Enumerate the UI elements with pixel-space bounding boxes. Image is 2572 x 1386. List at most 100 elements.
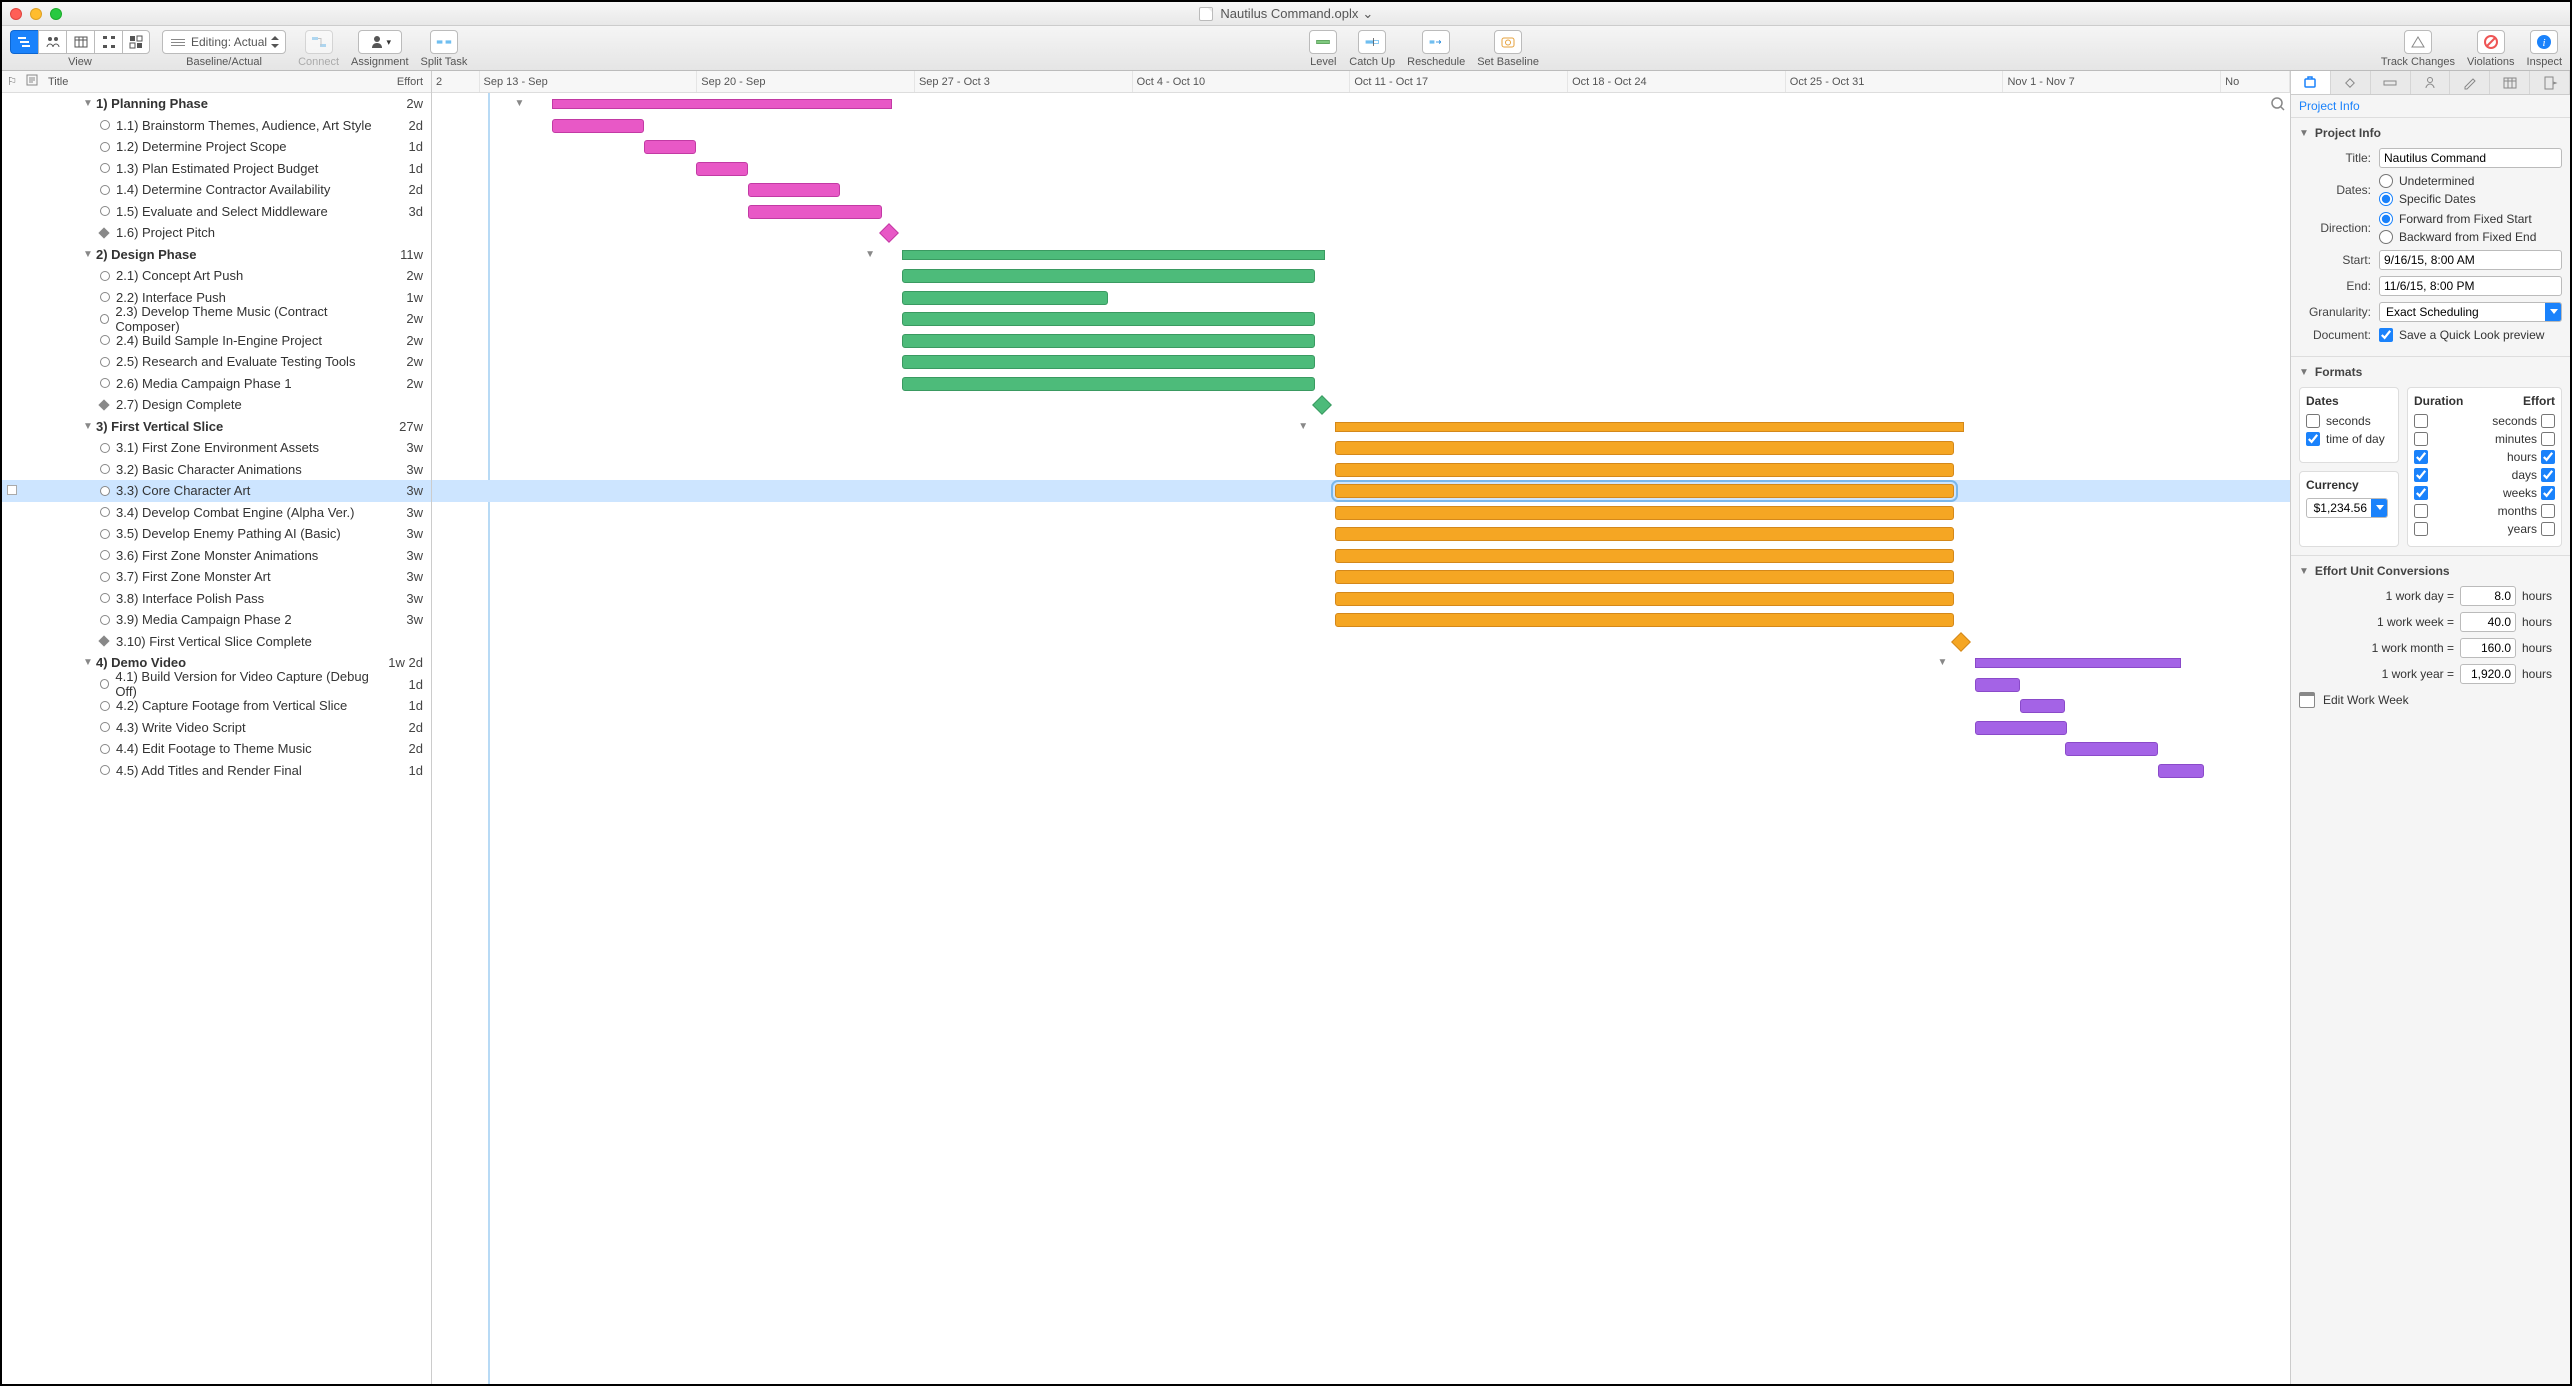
gantt-bar[interactable]: [902, 291, 1108, 305]
gantt-bar[interactable]: [902, 269, 1314, 283]
task-row[interactable]: 2.3) Develop Theme Music (Contract Compo…: [2, 308, 431, 330]
duration-days-checkbox[interactable]: [2414, 468, 2428, 482]
gantt-bar[interactable]: [1975, 678, 2020, 692]
effort-column-header[interactable]: Effort: [381, 76, 431, 88]
task-row[interactable]: 4.3) Write Video Script2d: [2, 717, 431, 739]
group-disclosure[interactable]: ▼: [1938, 657, 1948, 668]
task-row[interactable]: 1.6) Project Pitch: [2, 222, 431, 244]
gantt-row[interactable]: [432, 502, 2290, 524]
violations-button[interactable]: [2477, 30, 2505, 54]
note-column-header[interactable]: [22, 74, 42, 89]
inspector-tab-resource[interactable]: [2411, 71, 2451, 94]
gantt-bar[interactable]: [644, 140, 696, 154]
gantt-row[interactable]: [432, 459, 2290, 481]
group-disclosure[interactable]: ▼: [514, 98, 524, 109]
task-row[interactable]: 3.10) First Vertical Slice Complete: [2, 631, 431, 653]
duration-hours-checkbox[interactable]: [2414, 450, 2428, 464]
gantt-row[interactable]: [432, 179, 2290, 201]
gantt-row[interactable]: [432, 566, 2290, 588]
gantt-bar[interactable]: [2065, 742, 2158, 756]
gantt-row[interactable]: [432, 222, 2290, 244]
effort-months-checkbox[interactable]: [2541, 504, 2555, 518]
flag-column-header[interactable]: ⚐: [2, 75, 22, 88]
task-row[interactable]: 2.1) Concept Art Push2w: [2, 265, 431, 287]
reschedule-button[interactable]: [1422, 30, 1450, 54]
minimize-window-button[interactable]: [30, 8, 42, 20]
task-row[interactable]: ▼1) Planning Phase2w: [2, 93, 431, 115]
effort-weeks-checkbox[interactable]: [2541, 486, 2555, 500]
dates-seconds-checkbox[interactable]: seconds: [2306, 414, 2392, 428]
view-gantt-button[interactable]: [10, 30, 38, 54]
inspector-tab-custom[interactable]: [2530, 71, 2570, 94]
task-row[interactable]: 4.2) Capture Footage from Vertical Slice…: [2, 695, 431, 717]
start-date-input[interactable]: [2379, 250, 2562, 270]
task-row[interactable]: 1.4) Determine Contractor Availability2d: [2, 179, 431, 201]
level-button[interactable]: [1309, 30, 1337, 54]
gantt-row[interactable]: [432, 287, 2290, 309]
effort-seconds-checkbox[interactable]: [2541, 414, 2555, 428]
task-row[interactable]: 1.5) Evaluate and Select Middleware3d: [2, 201, 431, 223]
group-disclosure[interactable]: ▼: [1298, 421, 1308, 432]
gantt-row[interactable]: [432, 738, 2290, 760]
set-baseline-button[interactable]: [1494, 30, 1522, 54]
milestone-diamond[interactable]: [1312, 395, 1332, 415]
gantt-bar[interactable]: [1335, 441, 1954, 455]
gantt-bar[interactable]: [902, 377, 1314, 391]
direction-forward-radio[interactable]: Forward from Fixed Start: [2379, 212, 2536, 226]
gantt-bar[interactable]: [552, 99, 892, 109]
gantt-bar[interactable]: [1335, 506, 1954, 520]
catchup-button[interactable]: [1358, 30, 1386, 54]
end-date-input[interactable]: [2379, 276, 2562, 296]
dates-specific-radio[interactable]: Specific Dates: [2379, 192, 2476, 206]
gantt-row[interactable]: ▼: [432, 244, 2290, 266]
inspector-tab-styles[interactable]: [2450, 71, 2490, 94]
gantt-row[interactable]: [432, 588, 2290, 610]
duration-weeks-checkbox[interactable]: [2414, 486, 2428, 500]
task-row[interactable]: 3.3) Core Character Art3w: [2, 480, 431, 502]
gantt-row[interactable]: [432, 523, 2290, 545]
gantt-row[interactable]: ▼: [432, 652, 2290, 674]
view-calendar-button[interactable]: [66, 30, 94, 54]
task-row[interactable]: 4.5) Add Titles and Render Final1d: [2, 760, 431, 782]
inspector-tab-task[interactable]: [2371, 71, 2411, 94]
gantt-row[interactable]: [432, 631, 2290, 653]
edit-work-week-button[interactable]: Edit Work Week: [2299, 692, 2562, 708]
task-row[interactable]: 4.4) Edit Footage to Theme Music2d: [2, 738, 431, 760]
effort-years-checkbox[interactable]: [2541, 522, 2555, 536]
gantt-row[interactable]: [432, 373, 2290, 395]
task-row[interactable]: 3.8) Interface Polish Pass3w: [2, 588, 431, 610]
gantt-row[interactable]: [432, 265, 2290, 287]
milestone-diamond[interactable]: [879, 223, 899, 243]
gantt-row[interactable]: [432, 136, 2290, 158]
gantt-row[interactable]: [432, 115, 2290, 137]
gantt-row[interactable]: [432, 695, 2290, 717]
gantt-bar[interactable]: [748, 183, 841, 197]
gantt-body[interactable]: ▼ ▼ ▼ ▼: [432, 93, 2290, 1384]
group-disclosure[interactable]: ▼: [865, 249, 875, 260]
work-day-input[interactable]: [2460, 586, 2516, 606]
close-window-button[interactable]: [10, 8, 22, 20]
assignment-button[interactable]: ▾: [358, 30, 403, 54]
gantt-row[interactable]: [432, 330, 2290, 352]
task-row[interactable]: 1.3) Plan Estimated Project Budget1d: [2, 158, 431, 180]
gantt-row[interactable]: [432, 394, 2290, 416]
task-row[interactable]: 2.7) Design Complete: [2, 394, 431, 416]
gantt-bar[interactable]: [748, 205, 882, 219]
gantt-row[interactable]: [432, 308, 2290, 330]
work-year-input[interactable]: [2460, 664, 2516, 684]
baseline-actual-select[interactable]: Editing: Actual: [162, 30, 286, 54]
task-row[interactable]: 2.5) Research and Evaluate Testing Tools…: [2, 351, 431, 373]
gantt-bar[interactable]: [1335, 613, 1954, 627]
duration-minutes-checkbox[interactable]: [2414, 432, 2428, 446]
inspector-tab-milestones[interactable]: [2331, 71, 2371, 94]
gantt-row[interactable]: [432, 609, 2290, 631]
inspect-button[interactable]: i: [2530, 30, 2558, 54]
dates-timeofday-checkbox[interactable]: time of day: [2306, 432, 2392, 446]
task-row[interactable]: 3.7) First Zone Monster Art3w: [2, 566, 431, 588]
view-styles-button[interactable]: [122, 30, 150, 54]
gantt-row[interactable]: [432, 480, 2290, 502]
outline-body[interactable]: ▼1) Planning Phase2w1.1) Brainstorm Them…: [2, 93, 431, 1384]
gantt-row[interactable]: [432, 351, 2290, 373]
task-row[interactable]: 3.5) Develop Enemy Pathing AI (Basic)3w: [2, 523, 431, 545]
gantt-row[interactable]: [432, 760, 2290, 782]
